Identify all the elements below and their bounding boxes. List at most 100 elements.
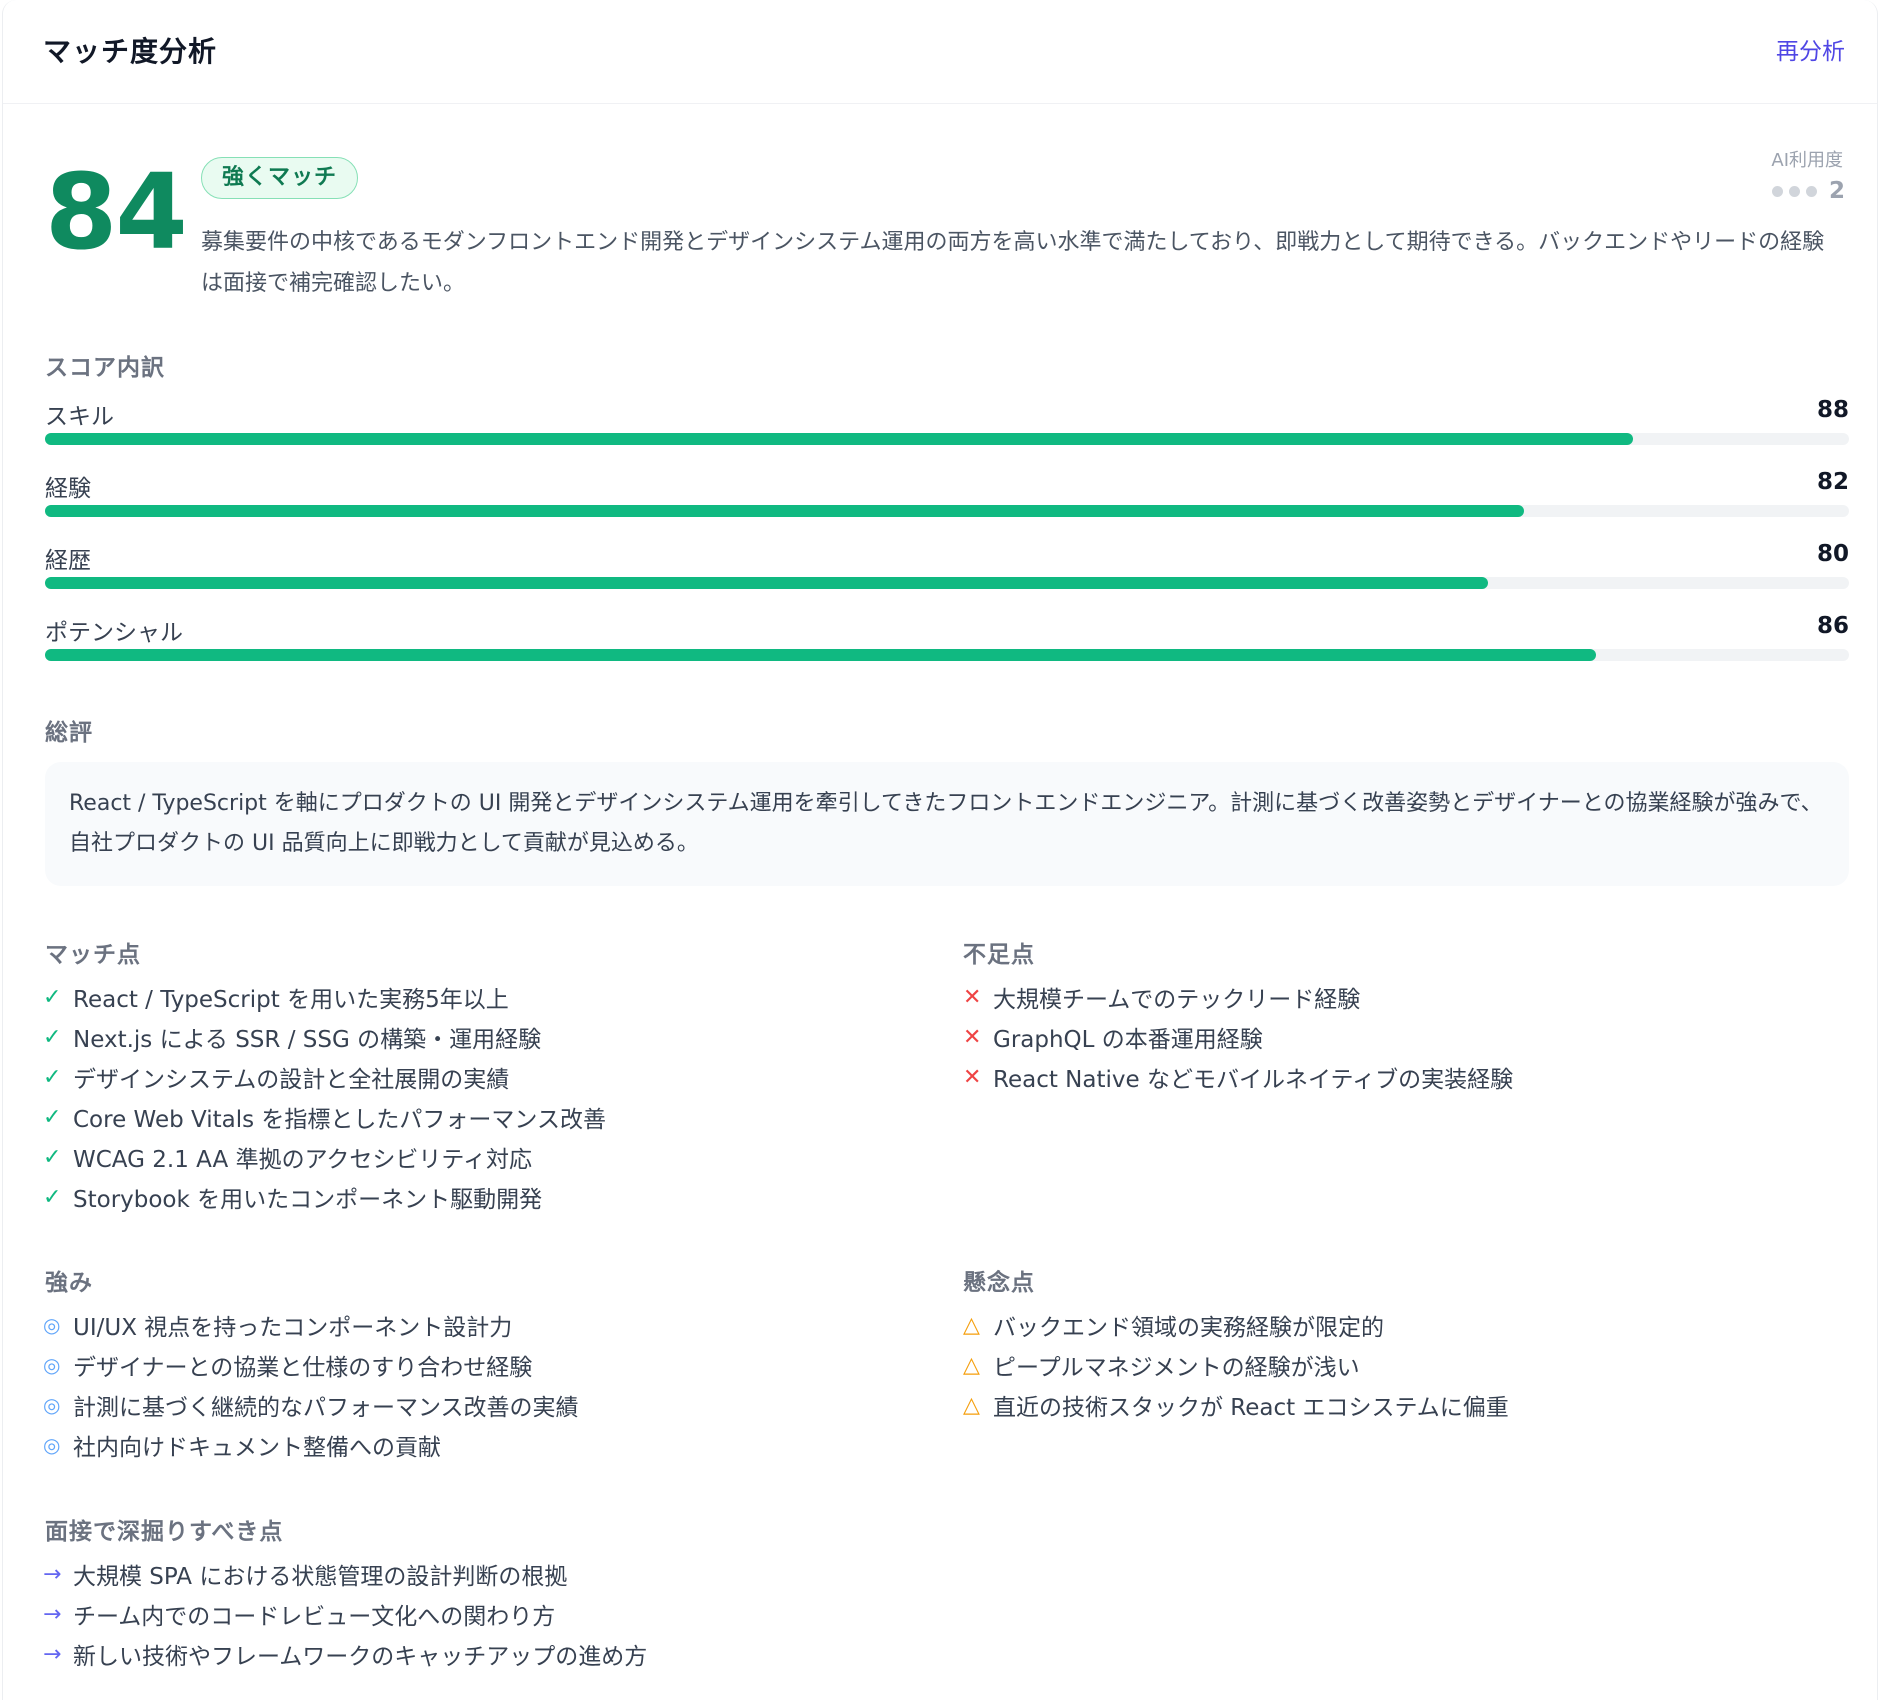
strengths-list: ◎ UI/UX 視点を持ったコンポーネント設計力 ◎ デザイナーとの協業と仕様のすり… bbox=[43, 1305, 579, 1465]
score-value: 88 bbox=[1816, 397, 1849, 423]
card-title: マッチ度分析 bbox=[43, 35, 218, 68]
gaps-heading: 不足点 bbox=[963, 942, 1035, 968]
score-bar-track bbox=[45, 649, 1849, 661]
warning-triangle-icon: △ bbox=[963, 1312, 980, 1338]
list-item: ✕ 大規模チームでのテックリード経験 bbox=[963, 977, 1513, 1017]
list-item: → チーム内でのコードレビュー文化への関わり方 bbox=[43, 1594, 647, 1634]
list-item-text: 社内向けドキュメント整備への貢献 bbox=[73, 1435, 441, 1461]
check-icon: ✓ bbox=[43, 1104, 62, 1130]
list-item: ✓ WCAG 2.1 AA 準拠のアクセシビリティ対応 bbox=[43, 1137, 606, 1177]
ai-usage-dot bbox=[1788, 185, 1800, 197]
score-label: ポテンシャル bbox=[45, 620, 183, 646]
double-circle-icon: ◎ bbox=[43, 1433, 61, 1457]
score-row-potential: ポテンシャル 86 bbox=[45, 613, 1849, 673]
score-bar-fill bbox=[45, 577, 1489, 589]
match-summary: 募集要件の中核であるモダンフロントエンド開発とデザインシステム運用の両方を高い水… bbox=[201, 230, 1825, 296]
double-circle-icon: ◎ bbox=[43, 1353, 61, 1377]
score-value: 86 bbox=[1816, 613, 1849, 639]
card-header: マッチ度分析 再分析 bbox=[3, 0, 1877, 104]
list-item-text: Core Web Vitals を指標としたパフォーマンス改善 bbox=[73, 1107, 606, 1133]
list-item-text: チーム内でのコードレビュー文化への関わり方 bbox=[73, 1604, 556, 1630]
warning-triangle-icon: △ bbox=[963, 1352, 980, 1378]
score-bar-fill bbox=[45, 433, 1633, 445]
match-score: 84 bbox=[45, 151, 188, 273]
double-circle-icon: ◎ bbox=[43, 1313, 61, 1337]
list-item-text: ピープルマネジメントの経験が浅い bbox=[993, 1355, 1360, 1381]
strengths-heading: 強み bbox=[45, 1270, 93, 1296]
list-item-text: 新しい技術やフレームワークのキャッチアップの進め方 bbox=[73, 1644, 648, 1670]
match-level-badge: 強くマッチ bbox=[201, 157, 359, 199]
score-bar-track bbox=[45, 433, 1849, 445]
check-icon: ✓ bbox=[43, 1144, 62, 1170]
concerns-list: △ バックエンド領域の実務経験が限定的 △ ピープルマネジメントの経験が浅い △ 直近… bbox=[963, 1305, 1509, 1425]
check-icon: ✓ bbox=[43, 1024, 62, 1050]
overall-text: React / TypeScript を軸にプロダクトの UI 開発とデザインシ… bbox=[45, 762, 1849, 886]
list-item: △ ピープルマネジメントの経験が浅い bbox=[963, 1345, 1509, 1385]
list-item: ✕ GraphQL の本番運用経験 bbox=[963, 1017, 1513, 1057]
concerns-heading: 懸念点 bbox=[963, 1270, 1035, 1296]
list-item-text: GraphQL の本番運用経験 bbox=[993, 1027, 1263, 1053]
match-points-heading: マッチ点 bbox=[45, 942, 141, 968]
list-item-text: 計測に基づく継続的なパフォーマンス改善の実績 bbox=[73, 1395, 579, 1421]
list-item: ✓ Storybook を用いたコンポーネント駆動開発 bbox=[43, 1177, 606, 1217]
interview-list: → 大規模 SPA における状態管理の設計判断の根拠 → チーム内でのコードレビュー… bbox=[43, 1554, 647, 1674]
score-bar-track bbox=[45, 505, 1849, 517]
gaps-list: ✕ 大規模チームでのテックリード経験 ✕ GraphQL の本番運用経験 ✕ Reac… bbox=[963, 977, 1513, 1097]
list-item: ✓ デザインシステムの設計と全社展開の実績 bbox=[43, 1057, 606, 1097]
score-row-experience: 経験 82 bbox=[45, 469, 1849, 529]
list-item-text: 大規模 SPA における状態管理の設計判断の根拠 bbox=[73, 1564, 568, 1590]
list-item-text: デザインシステムの設計と全社展開の実績 bbox=[73, 1067, 510, 1093]
score-value: 80 bbox=[1816, 541, 1849, 567]
check-icon: ✓ bbox=[43, 984, 62, 1010]
list-item: ✓ Next.js による SSR / SSG の構築・運用経験 bbox=[43, 1017, 606, 1057]
list-item-text: 大規模チームでのテックリード経験 bbox=[993, 987, 1361, 1013]
list-item: △ バックエンド領域の実務経験が限定的 bbox=[963, 1305, 1509, 1345]
check-icon: ✓ bbox=[43, 1184, 62, 1210]
list-item-text: 直近の技術スタックが React エコシステムに偏重 bbox=[993, 1395, 1509, 1421]
list-item: ✓ Core Web Vitals を指標としたパフォーマンス改善 bbox=[43, 1097, 606, 1137]
list-item: ◎ UI/UX 視点を持ったコンポーネント設計力 bbox=[43, 1305, 579, 1345]
match-points-list: ✓ React / TypeScript を用いた実務5年以上 ✓ Next.js … bbox=[43, 977, 606, 1217]
arrow-right-icon: → bbox=[43, 1641, 62, 1667]
reanalyze-button[interactable]: 再分析 bbox=[1776, 32, 1845, 66]
cross-icon: ✕ bbox=[963, 1024, 982, 1050]
score-label: スキル bbox=[45, 404, 114, 430]
score-row-skill: スキル 88 bbox=[45, 397, 1849, 457]
list-item: ◎ デザイナーとの協業と仕様のすり合わせ経験 bbox=[43, 1345, 579, 1385]
list-item: ✕ React Native などモバイルネイティブの実装経験 bbox=[963, 1057, 1513, 1097]
score-bar-fill bbox=[45, 649, 1597, 661]
list-item-text: バックエンド領域の実務経験が限定的 bbox=[993, 1315, 1384, 1341]
list-item: △ 直近の技術スタックが React エコシステムに偏重 bbox=[963, 1385, 1509, 1425]
ai-usage-label: AI利用度 bbox=[1771, 150, 1843, 171]
double-circle-icon: ◎ bbox=[43, 1393, 61, 1417]
interview-heading: 面接で深掘りすべき点 bbox=[45, 1519, 284, 1545]
arrow-right-icon: → bbox=[43, 1561, 62, 1587]
warning-triangle-icon: △ bbox=[963, 1392, 980, 1418]
ai-usage-value: 2 bbox=[1828, 178, 1845, 204]
list-item-text: デザイナーとの協業と仕様のすり合わせ経験 bbox=[73, 1355, 533, 1381]
score-bar-track bbox=[45, 577, 1849, 589]
list-item: ✓ React / TypeScript を用いた実務5年以上 bbox=[43, 977, 606, 1017]
score-breakdown-heading: スコア内訳 bbox=[45, 355, 165, 381]
arrow-right-icon: → bbox=[43, 1601, 62, 1627]
cross-icon: ✕ bbox=[963, 984, 982, 1010]
list-item-text: React Native などモバイルネイティブの実装経験 bbox=[993, 1067, 1514, 1093]
list-item-text: React / TypeScript を用いた実務5年以上 bbox=[73, 987, 509, 1013]
list-item: → 大規模 SPA における状態管理の設計判断の根拠 bbox=[43, 1554, 647, 1594]
list-item-text: WCAG 2.1 AA 準拠のアクセシビリティ対応 bbox=[73, 1147, 533, 1173]
score-value: 82 bbox=[1816, 469, 1849, 495]
ai-usage-dot bbox=[1771, 185, 1783, 197]
score-label: 経歴 bbox=[45, 548, 91, 574]
list-item-text: Next.js による SSR / SSG の構築・運用経験 bbox=[73, 1027, 542, 1053]
score-label: 経験 bbox=[45, 476, 91, 502]
list-item-text: UI/UX 視点を持ったコンポーネント設計力 bbox=[73, 1315, 513, 1341]
ai-usage-indicator: 2 bbox=[1771, 178, 1845, 204]
list-item-text: Storybook を用いたコンポーネント駆動開発 bbox=[73, 1187, 543, 1213]
score-bar-fill bbox=[45, 505, 1525, 517]
list-item: ◎ 計測に基づく継続的なパフォーマンス改善の実績 bbox=[43, 1385, 579, 1425]
list-item: ◎ 社内向けドキュメント整備への貢献 bbox=[43, 1425, 579, 1465]
cross-icon: ✕ bbox=[963, 1064, 982, 1090]
list-item: → 新しい技術やフレームワークのキャッチアップの進め方 bbox=[43, 1634, 647, 1674]
overall-heading: 総評 bbox=[45, 720, 93, 746]
ai-usage-dot bbox=[1805, 185, 1817, 197]
